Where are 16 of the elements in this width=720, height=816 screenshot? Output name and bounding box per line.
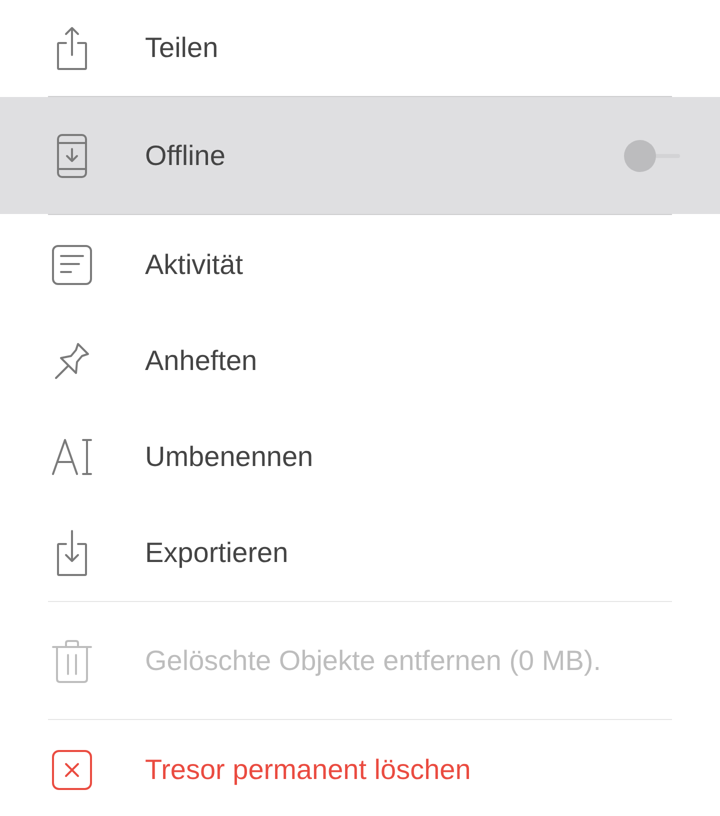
menu-item[interactable]: Teilen [0, 0, 720, 96]
list-icon [52, 245, 92, 285]
menu-item[interactable]: Aktivität [0, 217, 720, 313]
close-icon [52, 750, 92, 790]
download-icon [56, 530, 88, 576]
menu-item[interactable]: Umbenennen [0, 409, 720, 505]
phone-download-icon [56, 134, 88, 178]
share-icon [56, 26, 88, 70]
pin-icon [54, 342, 90, 380]
text-cursor-icon [52, 439, 92, 475]
trash-icon [52, 638, 92, 682]
menu-item[interactable]: Exportieren [0, 505, 720, 601]
menu-item[interactable]: Offline [0, 97, 720, 214]
toggle-switch[interactable] [624, 140, 680, 172]
menu-item[interactable]: Anheften [0, 313, 720, 409]
menu-item[interactable]: Tresor permanent löschen [0, 724, 720, 816]
